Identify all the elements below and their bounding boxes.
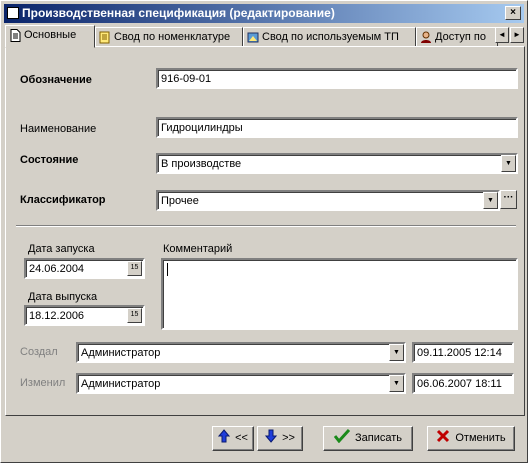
arrow-down-icon bbox=[264, 427, 278, 449]
window-title: Производственная спецификация (редактиро… bbox=[22, 6, 335, 20]
summary-icon bbox=[99, 31, 111, 44]
name-input[interactable]: Гидроцилиндры bbox=[156, 117, 518, 138]
tab-nomenclature-label: Свод по номенклатуре bbox=[114, 31, 231, 43]
created-user-select[interactable]: Администратор ▼ bbox=[76, 342, 406, 363]
tab-main[interactable]: Основные bbox=[5, 25, 95, 48]
state-label: Состояние bbox=[20, 154, 79, 166]
tab-tp-summary[interactable]: Свод по используемым ТП bbox=[243, 27, 416, 47]
previous-record-button[interactable]: << bbox=[212, 426, 254, 451]
checkmark-icon bbox=[333, 427, 351, 449]
modified-datetime-field[interactable]: 06.06.2007 18:11 bbox=[412, 373, 514, 394]
classifier-label: Классификатор bbox=[20, 194, 106, 206]
user-icon bbox=[420, 31, 432, 44]
cancel-x-icon bbox=[436, 427, 450, 449]
name-label: Наименование bbox=[20, 123, 97, 135]
modified-label: Изменил bbox=[20, 377, 66, 389]
tab-main-label: Основные bbox=[24, 29, 77, 41]
created-label: Создал bbox=[20, 346, 58, 358]
save-button[interactable]: Записать bbox=[323, 426, 413, 451]
created-datetime-field[interactable]: 09.11.2005 12:14 bbox=[412, 342, 514, 363]
state-dropdown-button[interactable]: ▼ bbox=[501, 155, 516, 172]
tab-tp-label: Свод по используемым ТП bbox=[262, 31, 399, 43]
designation-label: Обозначение bbox=[20, 74, 92, 86]
modified-dropdown-button[interactable]: ▼ bbox=[389, 375, 404, 392]
launch-date-input[interactable]: 24.06.2004 15 bbox=[24, 258, 145, 279]
tab-strip: Основные Свод по номенклатуре Свод по ис… bbox=[5, 25, 525, 48]
cancel-label: Отменить bbox=[455, 432, 506, 444]
tab-scroll-left-button[interactable]: ◄ bbox=[495, 27, 509, 43]
tab-scroll-right-button[interactable]: ► bbox=[510, 27, 524, 43]
arrow-up-icon bbox=[217, 427, 231, 449]
save-label: Записать bbox=[354, 432, 402, 444]
launch-date-value: 24.06.2004 bbox=[29, 263, 85, 275]
document-icon bbox=[9, 29, 21, 42]
tab-access-label: Доступ по bbox=[435, 31, 486, 43]
release-date-label: Дата выпуска bbox=[28, 291, 98, 303]
tab-nomenclature-summary[interactable]: Свод по номенклатуре bbox=[95, 27, 243, 47]
classifier-dropdown-button[interactable]: ▼ bbox=[483, 192, 498, 209]
main-tab-panel: Обозначение 916-09-01 Наименование Гидро… bbox=[5, 46, 525, 416]
calendar-icon[interactable]: 15 bbox=[127, 308, 142, 323]
dialog-window: Производственная спецификация (редактиро… bbox=[0, 0, 528, 463]
title-bar[interactable]: Производственная спецификация (редактиро… bbox=[4, 4, 524, 23]
designation-input[interactable]: 916-09-01 bbox=[156, 68, 518, 89]
classifier-value: Прочее bbox=[161, 195, 199, 207]
release-date-value: 18.12.2006 bbox=[29, 310, 85, 322]
app-icon bbox=[7, 7, 19, 19]
previous-label: << bbox=[235, 432, 248, 444]
state-select[interactable]: В производстве ▼ bbox=[156, 153, 518, 174]
comment-textarea[interactable] bbox=[161, 258, 518, 330]
calendar-icon[interactable]: 15 bbox=[127, 261, 142, 276]
created-dropdown-button[interactable]: ▼ bbox=[389, 344, 404, 361]
state-value: В производстве bbox=[161, 158, 242, 170]
next-record-button[interactable]: >> bbox=[257, 426, 303, 451]
classifier-select[interactable]: Прочее ▼ bbox=[156, 190, 500, 211]
tp-icon bbox=[247, 31, 259, 44]
created-user-value: Администратор bbox=[81, 347, 161, 359]
release-date-input[interactable]: 18.12.2006 15 bbox=[24, 305, 145, 326]
close-button[interactable]: × bbox=[505, 6, 521, 20]
launch-date-label: Дата запуска bbox=[28, 243, 95, 255]
cancel-button[interactable]: Отменить bbox=[427, 426, 515, 451]
text-caret bbox=[167, 263, 168, 276]
modified-user-value: Администратор bbox=[81, 378, 161, 390]
classifier-browse-button[interactable]: ··· bbox=[500, 190, 517, 209]
next-label: >> bbox=[282, 432, 295, 444]
comment-label: Комментарий bbox=[163, 243, 233, 255]
section-divider bbox=[16, 225, 516, 227]
tab-access[interactable]: Доступ по bbox=[416, 27, 498, 47]
modified-user-select[interactable]: Администратор ▼ bbox=[76, 373, 406, 394]
